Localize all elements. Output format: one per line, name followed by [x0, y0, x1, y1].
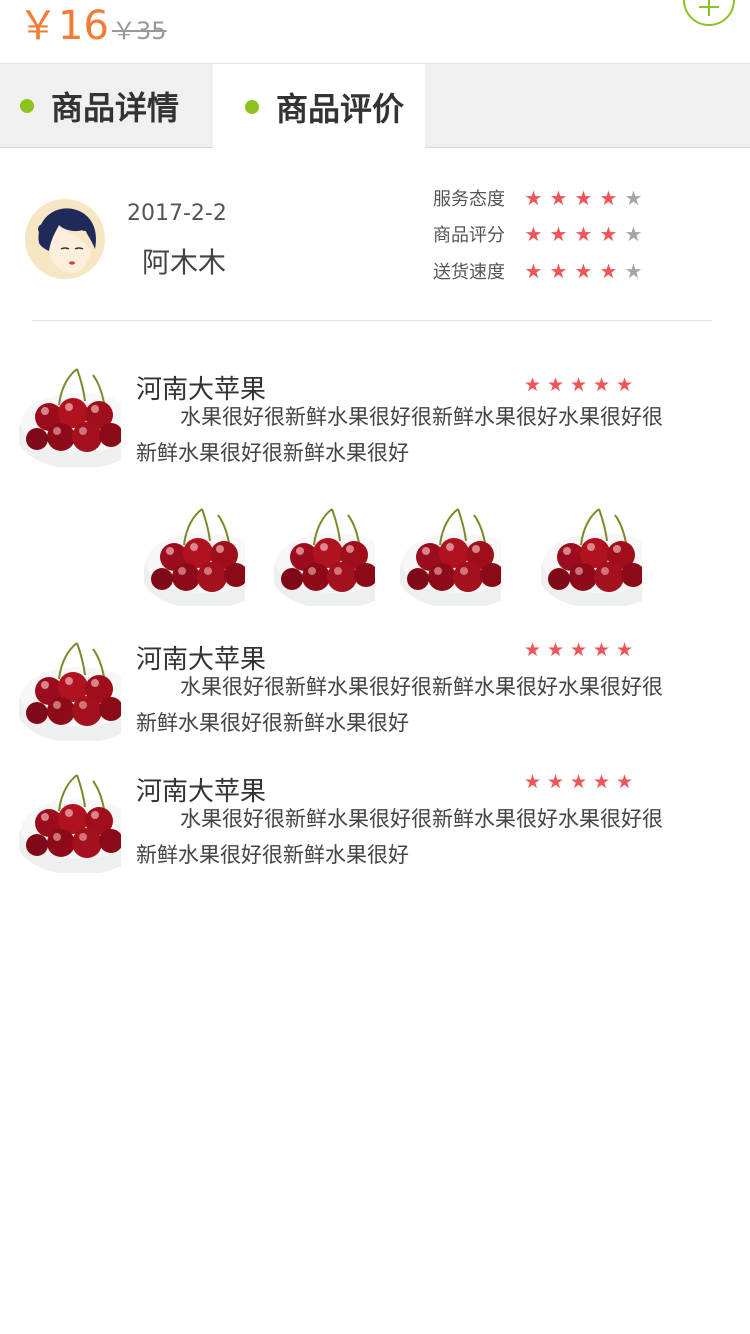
reviewer-summary: 2017-2-2 阿木木 服务态度 ★ ★ ★ ★ ★ 商品评分 ★ ★ ★ ★ ★ 送货速度 …	[0, 149, 750, 322]
plus-icon-vertical	[708, 0, 710, 16]
product-review: 河南大苹果 ★ ★ ★ ★ ★ 水果很好很新鲜水果很好很新鲜水果很好水果很好很新鲜水果很…	[0, 365, 750, 615]
star-icon: ★	[524, 222, 543, 246]
rating-delivery: 送货速度 ★ ★ ★ ★ ★	[433, 256, 646, 286]
tab-product-reviews[interactable]: 商品评价	[213, 64, 425, 149]
star-icon: ★	[523, 374, 542, 396]
reviewer-name: 阿木木	[142, 246, 227, 279]
star-icon: ★	[569, 771, 588, 793]
star-rating: ★ ★ ★ ★ ★	[521, 224, 646, 244]
star-icon: ★	[599, 259, 618, 283]
star-icon: ★	[524, 186, 543, 210]
star-icon: ★	[523, 639, 542, 661]
tab-product-details[interactable]: 商品详情	[0, 64, 212, 148]
star-icon: ★	[523, 771, 542, 793]
star-icon: ★	[599, 186, 618, 210]
product-review: 河南大苹果 ★ ★ ★ ★ ★ 水果很好很新鲜水果很好很新鲜水果很好水果很好很新鲜水果很…	[0, 771, 750, 881]
rating-label: 送货速度	[433, 262, 505, 283]
review-text: 水果很好很新鲜水果很好很新鲜水果很好水果很好很新鲜水果很好很新鲜水果很好	[136, 675, 663, 735]
star-rating: ★ ★ ★ ★ ★	[521, 261, 646, 281]
avatar	[25, 199, 105, 279]
product-thumbnail[interactable]	[19, 771, 121, 873]
star-icon: ★	[524, 259, 543, 283]
star-icon: ★	[624, 222, 643, 246]
rating-service: 服务态度 ★ ★ ★ ★ ★	[433, 183, 646, 213]
star-icon: ★	[615, 374, 634, 396]
current-price: ￥16	[18, 3, 109, 49]
dot-icon	[20, 99, 34, 113]
add-to-cart-button[interactable]	[683, 0, 735, 26]
rating-label: 服务态度	[433, 189, 505, 210]
review-photo[interactable]	[541, 505, 642, 606]
star-icon: ★	[569, 374, 588, 396]
review-date: 2017-2-2	[127, 201, 227, 226]
dot-icon	[245, 99, 259, 114]
star-icon: ★	[599, 222, 618, 246]
star-icon: ★	[592, 771, 611, 793]
review-stars: ★ ★ ★ ★ ★	[521, 773, 636, 792]
rating-label: 商品评分	[433, 225, 505, 246]
star-icon: ★	[574, 186, 593, 210]
star-icon: ★	[592, 374, 611, 396]
star-icon: ★	[624, 259, 643, 283]
star-icon: ★	[624, 186, 643, 210]
star-rating: ★ ★ ★ ★ ★	[521, 188, 646, 208]
original-price: ￥35	[112, 17, 167, 45]
star-icon: ★	[546, 771, 565, 793]
rating-product: 商品评分 ★ ★ ★ ★ ★	[433, 219, 646, 249]
review-photo[interactable]	[144, 505, 245, 606]
star-icon: ★	[546, 374, 565, 396]
tab-label: 商品评价	[276, 89, 405, 128]
product-thumbnail[interactable]	[19, 365, 121, 467]
review-stars: ★ ★ ★ ★ ★	[521, 376, 636, 395]
review-text: 水果很好很新鲜水果很好很新鲜水果很好水果很好很新鲜水果很好很新鲜水果很好	[136, 405, 663, 465]
star-icon: ★	[549, 222, 568, 246]
divider	[32, 320, 712, 321]
review-photo[interactable]	[400, 505, 501, 606]
tab-label: 商品详情	[51, 89, 180, 127]
star-icon: ★	[569, 639, 588, 661]
star-icon: ★	[546, 639, 565, 661]
review-photo[interactable]	[274, 505, 375, 606]
star-icon: ★	[615, 639, 634, 661]
star-icon: ★	[574, 222, 593, 246]
price-bar: ￥16 ￥35	[0, 0, 750, 64]
review-stars: ★ ★ ★ ★ ★	[521, 641, 636, 660]
product-thumbnail[interactable]	[19, 639, 121, 741]
tab-bar: 商品详情 商品评价	[0, 64, 750, 149]
star-icon: ★	[549, 259, 568, 283]
review-text: 水果很好很新鲜水果很好很新鲜水果很好水果很好很新鲜水果很好很新鲜水果很好	[136, 807, 663, 867]
star-icon: ★	[574, 259, 593, 283]
star-icon: ★	[592, 639, 611, 661]
product-review: 河南大苹果 ★ ★ ★ ★ ★ 水果很好很新鲜水果很好很新鲜水果很好水果很好很新鲜水果很…	[0, 639, 750, 749]
star-icon: ★	[615, 771, 634, 793]
star-icon: ★	[549, 186, 568, 210]
